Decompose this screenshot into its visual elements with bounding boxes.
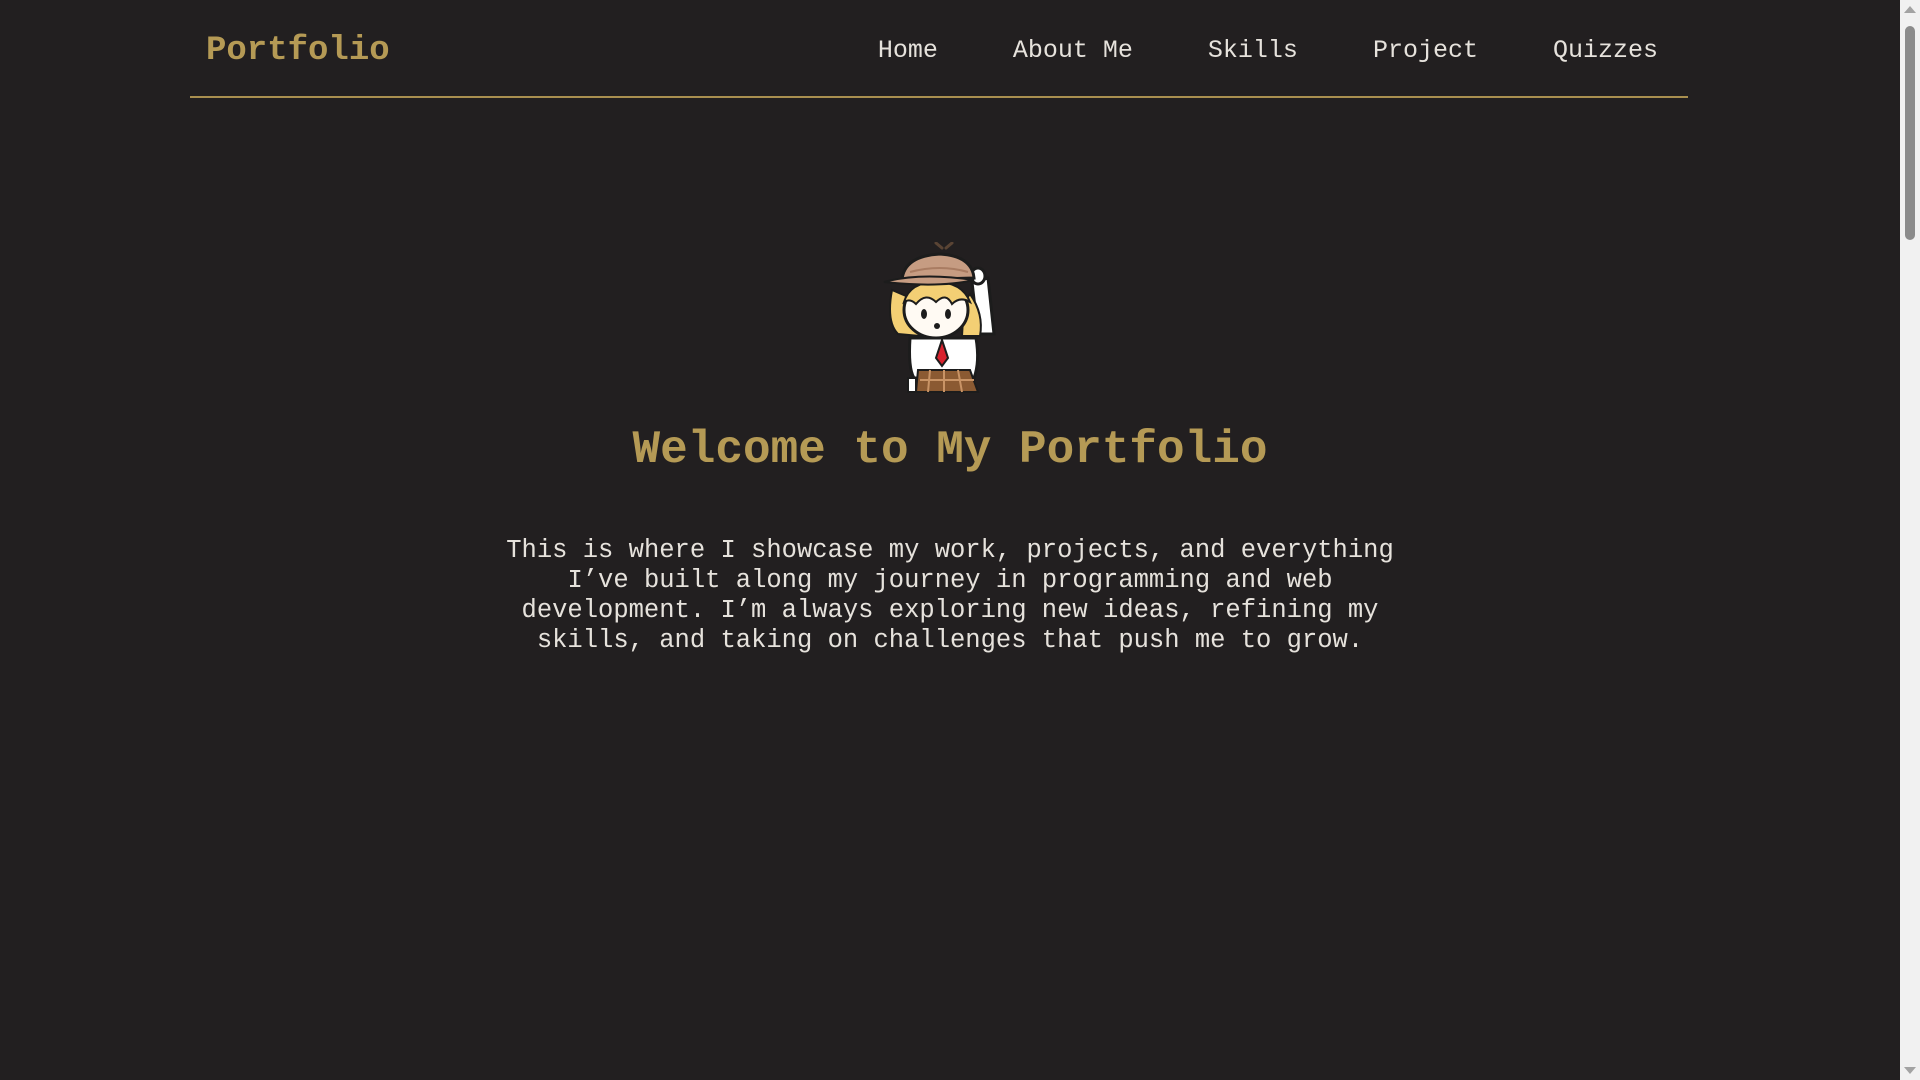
scroll-up-arrow-icon[interactable] — [1904, 6, 1916, 13]
nav-links: Home About Me Skills Project Quizzes — [803, 36, 1658, 65]
nav-link-about-me[interactable]: About Me — [1013, 36, 1133, 65]
page: Portfolio Home About Me Skills Project Q… — [0, 0, 1900, 1080]
brand-logo[interactable]: Portfolio — [206, 32, 390, 70]
nav-link-skills[interactable]: Skills — [1208, 36, 1298, 65]
hero-title: Welcome to My Portfolio — [632, 424, 1268, 476]
nav-link-quizzes[interactable]: Quizzes — [1553, 36, 1658, 65]
vertical-scrollbar[interactable] — [1900, 0, 1920, 1080]
hero-description: This is where I showcase my work, projec… — [506, 536, 1394, 655]
navbar: Portfolio Home About Me Skills Project Q… — [190, 0, 1688, 98]
scroll-down-arrow-icon[interactable] — [1904, 1067, 1916, 1074]
nav-link-project[interactable]: Project — [1373, 36, 1478, 65]
detective-girl-waving-icon — [883, 242, 996, 393]
scrollbar-thumb[interactable] — [1905, 26, 1915, 240]
nav-link-home[interactable]: Home — [878, 36, 938, 65]
